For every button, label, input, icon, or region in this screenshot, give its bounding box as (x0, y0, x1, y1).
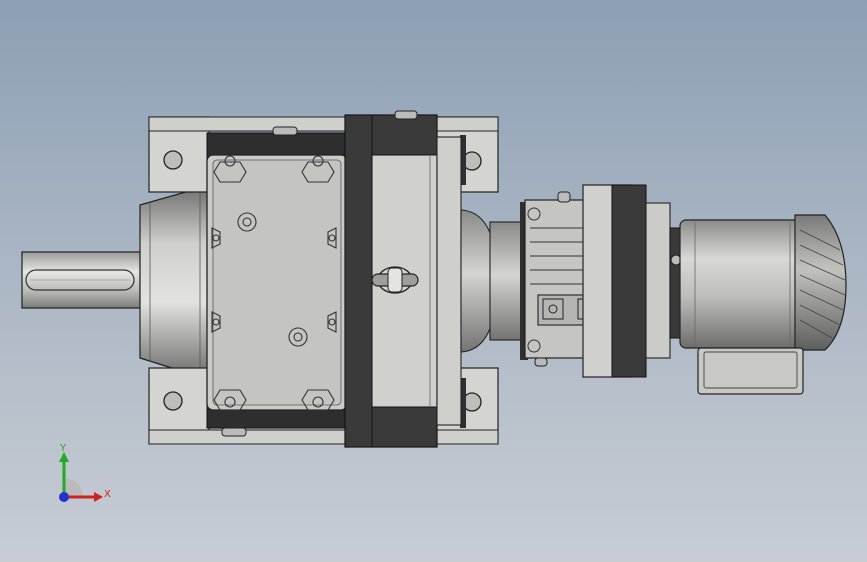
output-flange-cone (139, 184, 211, 381)
mount-hole (163, 150, 183, 170)
cad-viewport[interactable]: Y X (0, 0, 867, 562)
gearbox-model[interactable] (0, 0, 867, 562)
electric-motor[interactable] (679, 214, 847, 395)
triad-x-label: X (104, 489, 111, 500)
mount-hole (163, 391, 183, 411)
motor-adapter-flange (582, 184, 683, 378)
triad-y-label: Y (60, 443, 67, 454)
orientation-triad[interactable]: Y X (46, 440, 116, 510)
housing-split-flange (344, 110, 438, 448)
gearbox-housing[interactable] (206, 126, 348, 437)
motor-terminal-box (697, 347, 804, 395)
output-shaft[interactable] (21, 251, 141, 309)
